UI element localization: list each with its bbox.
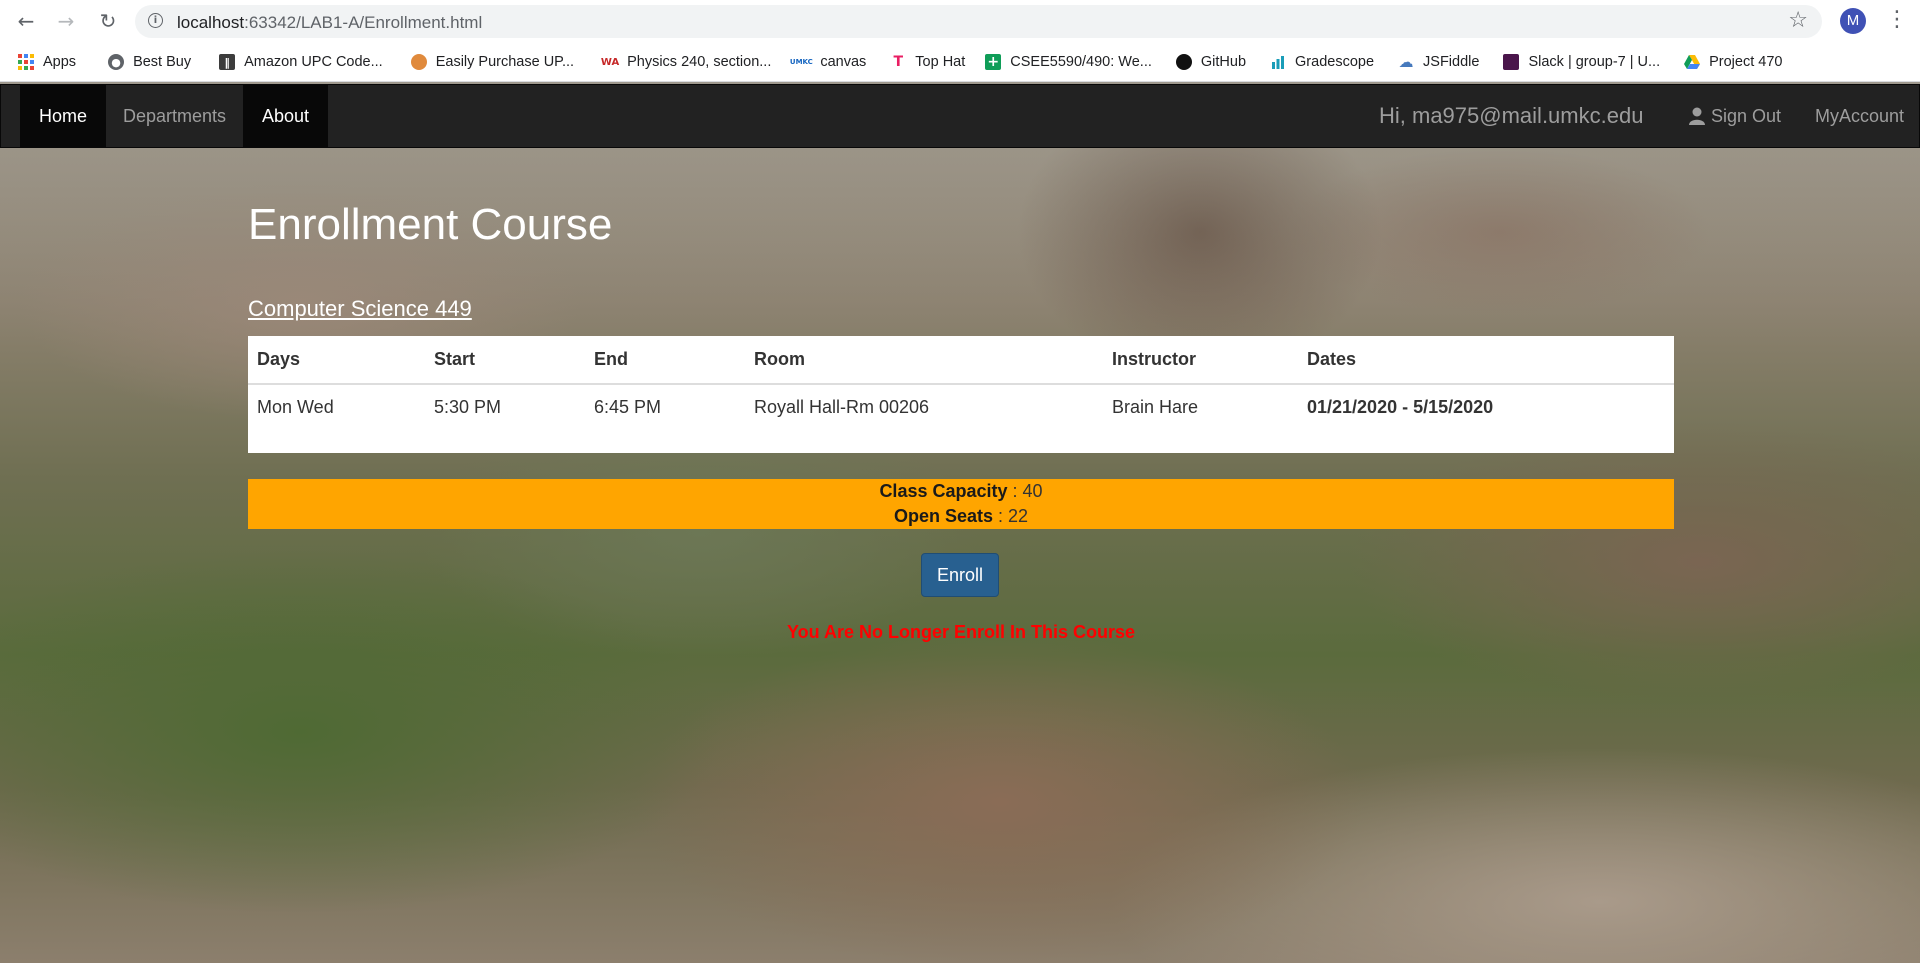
bookmark-label: JSFiddle: [1423, 54, 1480, 70]
browser-toolbar: ← → ↻ i localhost:63342/LAB1-A/Enrollmen…: [0, 0, 1920, 43]
bookmark-amazon-upc[interactable]: ‖ Amazon UPC Code...: [211, 48, 391, 76]
class-capacity-label: Class Capacity: [879, 481, 1008, 501]
bookmark-star-icon[interactable]: ☆: [1788, 8, 1808, 33]
my-account-link[interactable]: MyAccount: [1796, 85, 1920, 147]
bookmark-label: Gradescope: [1295, 54, 1375, 70]
table-header-row: Days Start End Room Instructor Dates: [248, 336, 1674, 385]
forward-arrow-icon[interactable]: →: [53, 8, 79, 34]
bookmark-canvas[interactable]: UMKC canvas: [783, 48, 874, 76]
open-seats-value: : 22: [993, 506, 1029, 526]
reload-icon[interactable]: ↻: [95, 8, 121, 34]
bookmark-label: Easily Purchase UP...: [435, 54, 575, 70]
upc-logo-icon: [410, 54, 427, 70]
enroll-button[interactable]: Enroll: [921, 553, 999, 597]
address-bar[interactable]: i localhost:63342/LAB1-A/Enrollment.html…: [135, 5, 1822, 38]
url-path: :63342/LAB1-A/Enrollment.html: [244, 13, 483, 32]
bookmark-label: Apps: [43, 54, 77, 70]
url-host: localhost: [177, 13, 245, 32]
table-row: Mon Wed 5:30 PM 6:45 PM Royall Hall-Rm 0…: [248, 384, 1674, 430]
enrollment-status-message: You Are No Longer Enroll In This Course: [786, 622, 1136, 642]
bookmark-label: canvas: [820, 54, 867, 70]
page-background: Home Departments About Hi, ma975@mail.um…: [0, 82, 1920, 963]
sign-out-label: Sign Out: [1711, 105, 1782, 126]
bookmark-label: Best Buy: [133, 54, 192, 70]
bookmark-label: Top Hat: [915, 54, 966, 70]
bookmark-project-470[interactable]: Project 470: [1676, 48, 1790, 76]
umkc-icon: UMKC: [789, 58, 813, 66]
bookmark-label: CSEE5590/490: We...: [1010, 54, 1152, 70]
barcode-icon: ‖: [219, 54, 236, 70]
sheets-icon: +: [985, 54, 1002, 70]
bookmark-slack[interactable]: Slack | group-7 | U...: [1495, 48, 1668, 76]
webassign-icon: WA: [600, 56, 620, 68]
bookmark-apps[interactable]: Apps: [0, 48, 84, 76]
nav-departments[interactable]: Departments: [104, 85, 245, 147]
bookmark-best-buy[interactable]: ● Best Buy: [100, 48, 199, 76]
url-text[interactable]: localhost:63342/LAB1-A/Enrollment.html: [177, 13, 482, 33]
cell-instructor: Brain Hare: [1112, 396, 1199, 417]
slack-icon: [1503, 54, 1520, 70]
globe-icon: ●: [108, 54, 125, 70]
bookmark-physics[interactable]: WA Physics 240, section...: [594, 48, 779, 76]
open-seats-label: Open Seats: [893, 506, 993, 526]
cell-dates: 01/21/2020 - 5/15/2020: [1307, 396, 1494, 417]
bookmark-label: Amazon UPC Code...: [244, 54, 383, 70]
nav-about[interactable]: About: [243, 85, 329, 147]
sign-out-link[interactable]: Sign Out: [1670, 85, 1800, 147]
user-greeting: Hi, ma975@mail.umkc.edu: [1379, 103, 1644, 128]
header-room: Room: [745, 336, 1103, 385]
page-title: Enrollment Course: [248, 200, 613, 249]
profile-avatar[interactable]: M: [1840, 8, 1866, 34]
browser-menu-icon[interactable]: ⋮: [1886, 6, 1908, 34]
capacity-info: Class Capacity : 40 Open Seats : 22: [248, 479, 1674, 529]
github-icon: [1175, 54, 1192, 70]
bookmark-label: Slack | group-7 | U...: [1528, 54, 1661, 70]
bookmark-top-hat[interactable]: T Top Hat: [882, 48, 973, 76]
back-arrow-icon[interactable]: ←: [13, 8, 39, 34]
bookmark-label: Project 470: [1709, 54, 1783, 70]
schedule-table: Days Start End Room Instructor Dates Mon…: [248, 336, 1674, 453]
table-spacer-row: [248, 430, 1674, 453]
cell-end: 6:45 PM: [594, 396, 662, 417]
cell-days: Mon Wed: [257, 396, 334, 417]
cell-room: Royall Hall-Rm 00206: [754, 396, 930, 417]
user-icon: [1689, 107, 1705, 125]
bookmark-github[interactable]: GitHub: [1168, 48, 1254, 76]
open-seats: Open Seats : 22: [248, 504, 1674, 529]
google-drive-icon: [1684, 54, 1701, 70]
nav-home[interactable]: Home: [20, 85, 107, 147]
header-start: Start: [425, 336, 585, 385]
bookmarks-bar: Apps ● Best Buy ‖ Amazon UPC Code... Eas…: [0, 43, 1920, 82]
bookmark-label: Physics 240, section...: [627, 54, 772, 70]
jsfiddle-icon: ☁: [1398, 53, 1414, 71]
header-dates: Dates: [1298, 336, 1674, 385]
class-capacity: Class Capacity : 40: [248, 479, 1674, 504]
header-instructor: Instructor: [1103, 336, 1298, 385]
header-days: Days: [248, 336, 425, 385]
bookmark-label: GitHub: [1200, 54, 1247, 70]
bookmark-jsfiddle[interactable]: ☁ JSFiddle: [1390, 48, 1487, 76]
apps-grid-icon: [18, 54, 34, 70]
class-capacity-value: : 40: [1007, 481, 1043, 501]
header-end: End: [585, 336, 745, 385]
info-icon[interactable]: i: [148, 13, 163, 28]
gradescope-icon: [1270, 54, 1286, 70]
bookmark-csee[interactable]: + CSEE5590/490: We...: [977, 48, 1160, 76]
site-navbar: Home Departments About Hi, ma975@mail.um…: [0, 84, 1920, 148]
course-name-link[interactable]: Computer Science 449: [248, 296, 472, 322]
bookmark-gradescope[interactable]: Gradescope: [1262, 48, 1382, 76]
cell-start: 5:30 PM: [434, 396, 502, 417]
tophat-icon: T: [893, 54, 904, 70]
bookmark-easily-purchase[interactable]: Easily Purchase UP...: [403, 48, 582, 76]
